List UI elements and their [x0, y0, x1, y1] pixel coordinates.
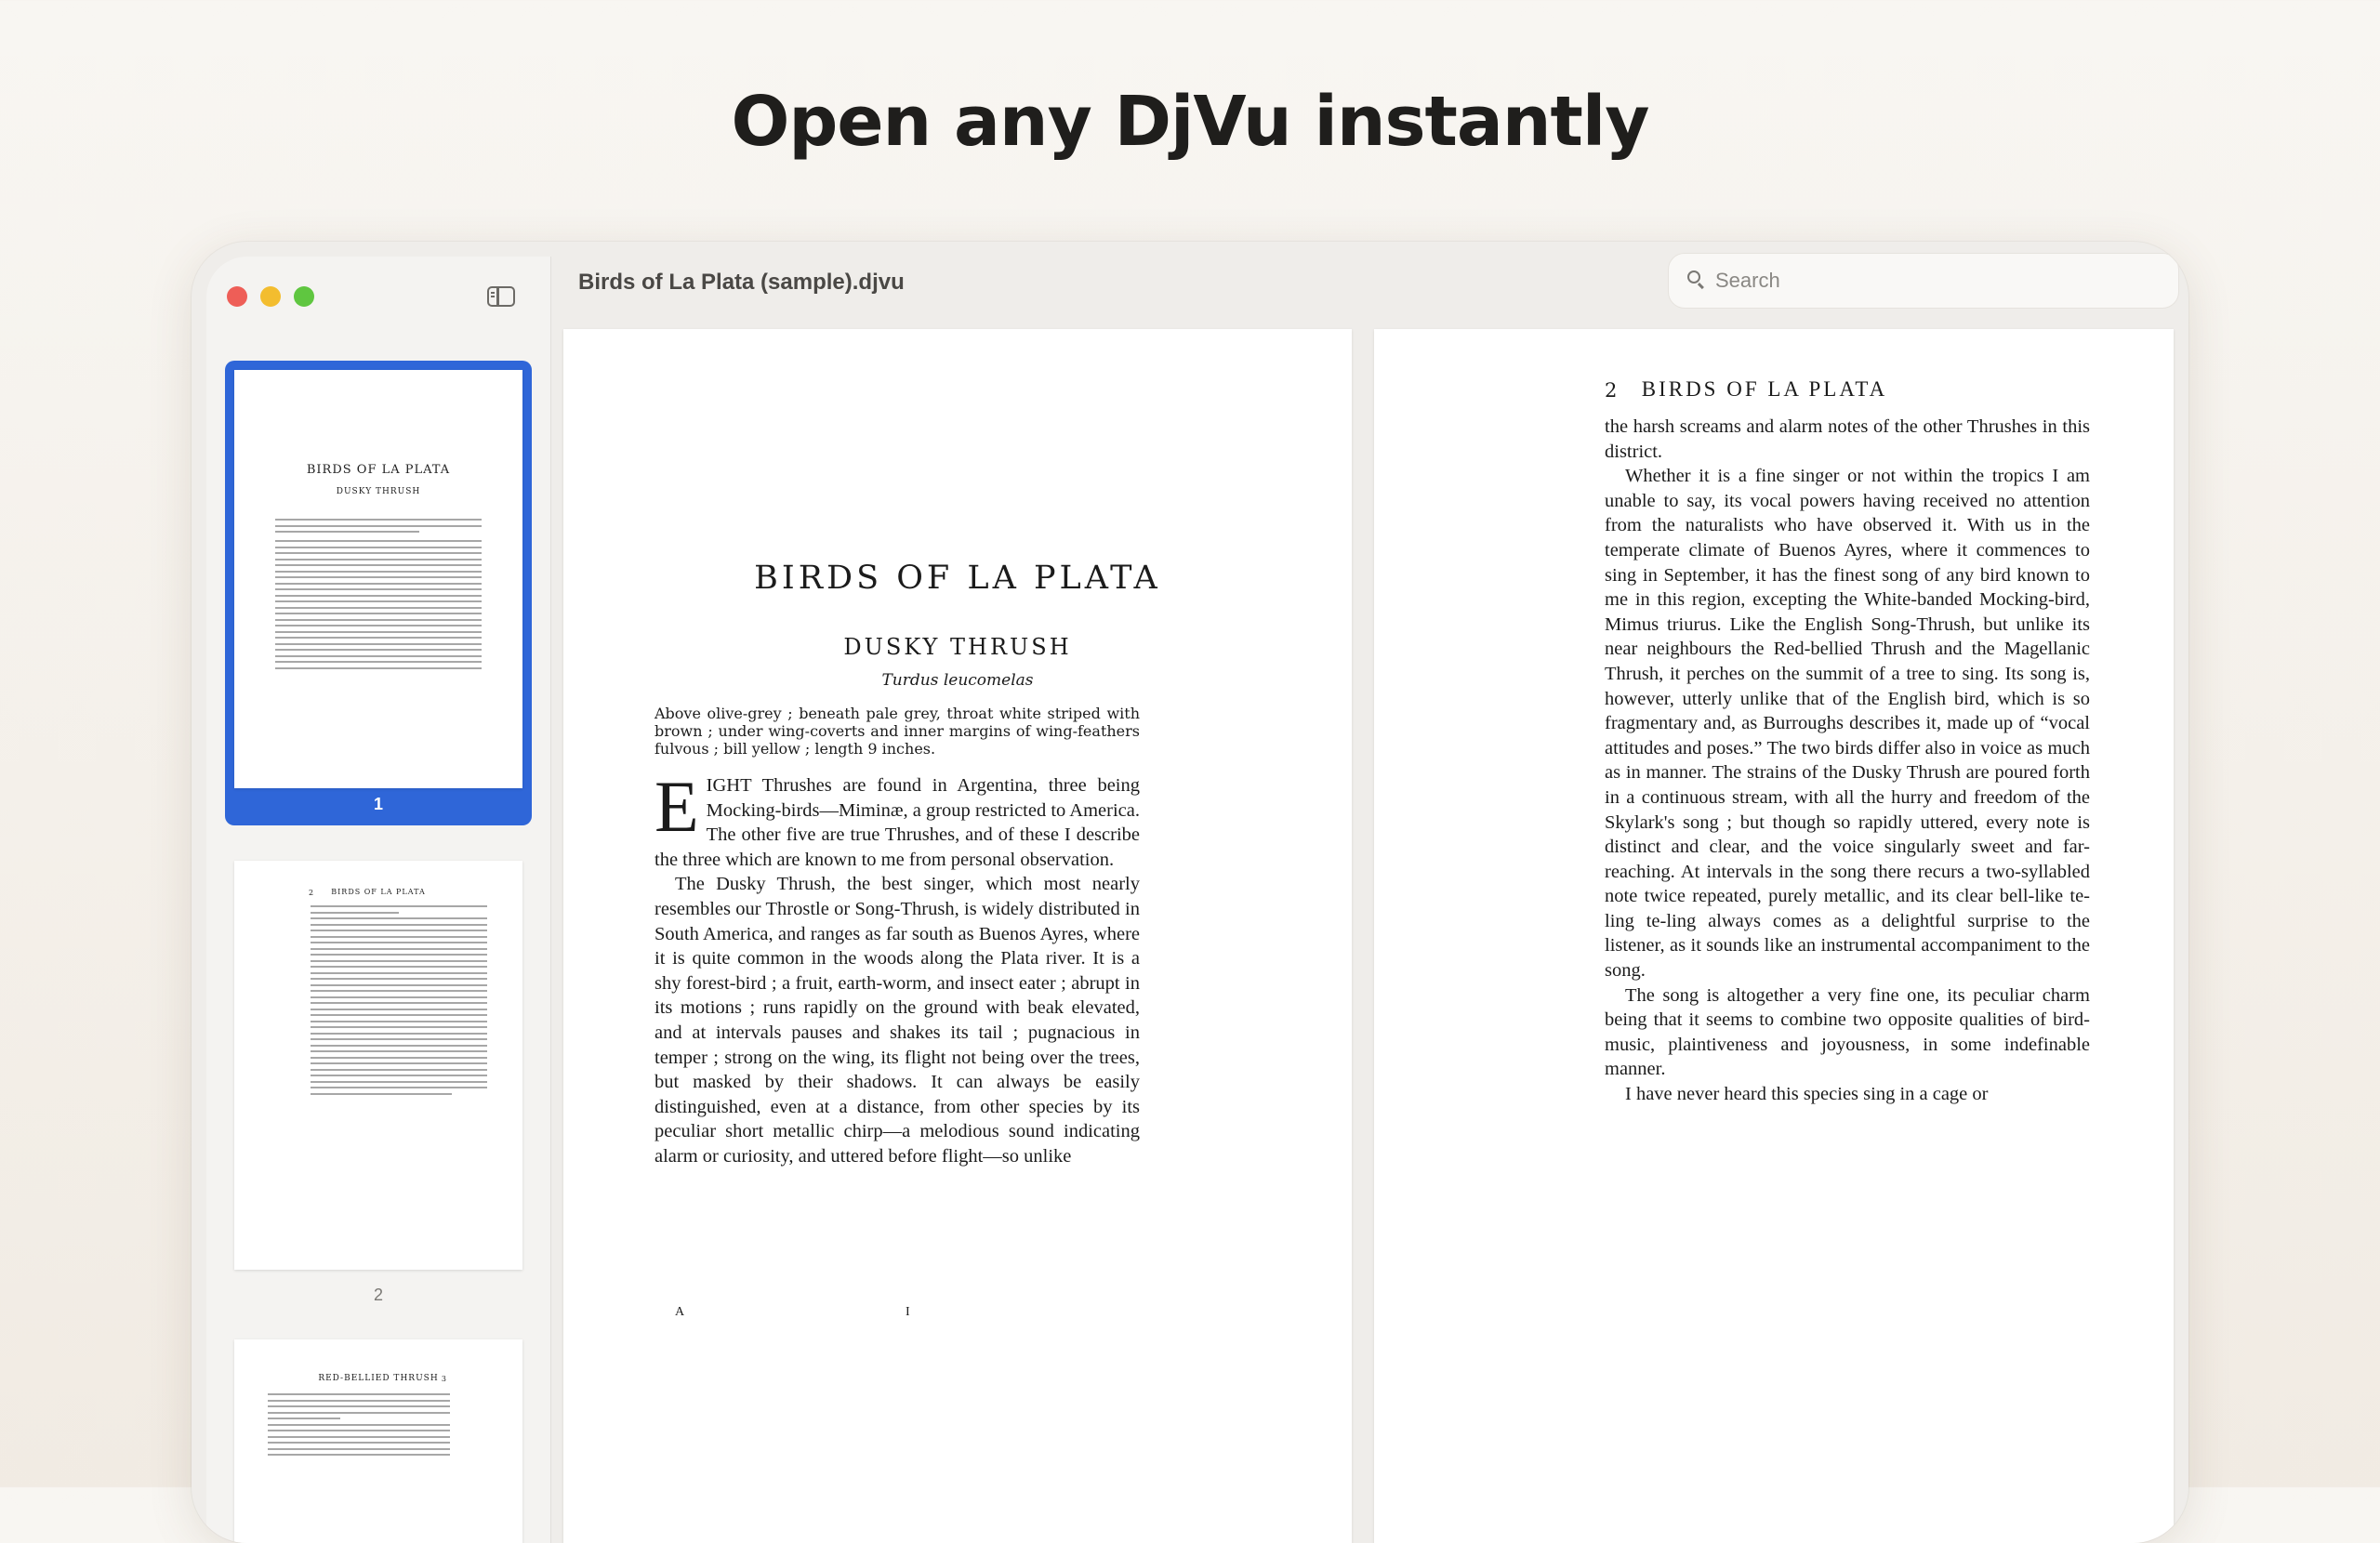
- document-page-1[interactable]: BIRDS OF LA PLATA DUSKY THRUSH Turdus le…: [563, 329, 1352, 1543]
- thumbnail-text-lines: [275, 519, 482, 673]
- thumbnail-title: BIRDS OF LA PLATA: [331, 888, 426, 896]
- signature-mark: I: [906, 1305, 910, 1319]
- thumbnail-text-lines: [268, 1393, 450, 1460]
- signature-mark: A: [675, 1305, 685, 1319]
- thumbnail-page-number: 3: [441, 1375, 446, 1383]
- sidebar-toggle-icon[interactable]: [487, 286, 515, 307]
- thumbnail-text-lines: [311, 905, 487, 1099]
- paragraph: The Dusky Thrush, the best singer, which…: [654, 874, 1140, 1167]
- window-controls: [227, 286, 314, 307]
- search-input[interactable]: [1713, 266, 2163, 296]
- chapter-title: DUSKY THRUSH: [843, 634, 1072, 660]
- thumbnail-title: RED-BELLIED THRUSH: [318, 1374, 439, 1383]
- thumbnail-title: BIRDS OF LA PLATA: [306, 463, 451, 477]
- page-body: the harsh screams and alarm notes of the…: [1605, 415, 2090, 1107]
- paragraph: I have never heard this species sing in …: [1625, 1084, 1989, 1105]
- thumbnail-subtitle: DUSKY THRUSH: [336, 487, 421, 496]
- sidebar: BIRDS OF LA PLATA DUSKY THRUSH 1 2 BIRDS…: [206, 257, 551, 1543]
- headline: Open any DjVu instantly: [731, 82, 1649, 162]
- thumbnail-label: 1: [373, 795, 383, 813]
- search-field[interactable]: [1668, 253, 2179, 309]
- zoom-button[interactable]: [294, 286, 314, 307]
- thumbnail-page-1[interactable]: BIRDS OF LA PLATA DUSKY THRUSH 1: [225, 361, 532, 825]
- latin-name: Turdus leucomelas: [881, 671, 1034, 690]
- minimize-button[interactable]: [260, 286, 281, 307]
- search-icon: [1687, 270, 1700, 284]
- thumbnail-image: RED-BELLIED THRUSH 3: [234, 1339, 522, 1543]
- document-title: Birds of La Plata (sample).djvu: [578, 270, 905, 295]
- app-window: BIRDS OF LA PLATA DUSKY THRUSH 1 2 BIRDS…: [192, 242, 2188, 1543]
- thumbnail-page-3[interactable]: RED-BELLIED THRUSH 3: [225, 1339, 532, 1543]
- page-title: BIRDS OF LA PLATA: [754, 560, 1161, 597]
- paragraph: IGHT Thrushes are found in Argentina, th…: [654, 775, 1140, 870]
- document-page-2[interactable]: 2 BIRDS OF LA PLATA the harsh screams an…: [1374, 329, 2174, 1543]
- page-body: E IGHT Thrushes are found in Argentina, t…: [654, 766, 1140, 1169]
- species-description: Above olive-grey ; beneath pale grey, th…: [654, 705, 1140, 758]
- paragraph: Whether it is a fine singer or not withi…: [1605, 466, 2090, 982]
- drop-cap: E: [654, 766, 699, 847]
- thumbnail-image: BIRDS OF LA PLATA DUSKY THRUSH: [234, 370, 522, 788]
- thumbnail-page-2[interactable]: 2 BIRDS OF LA PLATA 2: [225, 861, 532, 1307]
- close-button[interactable]: [227, 286, 247, 307]
- running-head: BIRDS OF LA PLATA: [1641, 377, 1888, 401]
- paragraph: The song is altogether a very fine one, …: [1605, 984, 2090, 1080]
- paragraph: the harsh screams and alarm notes of the…: [1605, 416, 2090, 462]
- thumbnail-label: 2: [373, 1286, 383, 1304]
- thumbnail-image: 2 BIRDS OF LA PLATA: [234, 861, 522, 1270]
